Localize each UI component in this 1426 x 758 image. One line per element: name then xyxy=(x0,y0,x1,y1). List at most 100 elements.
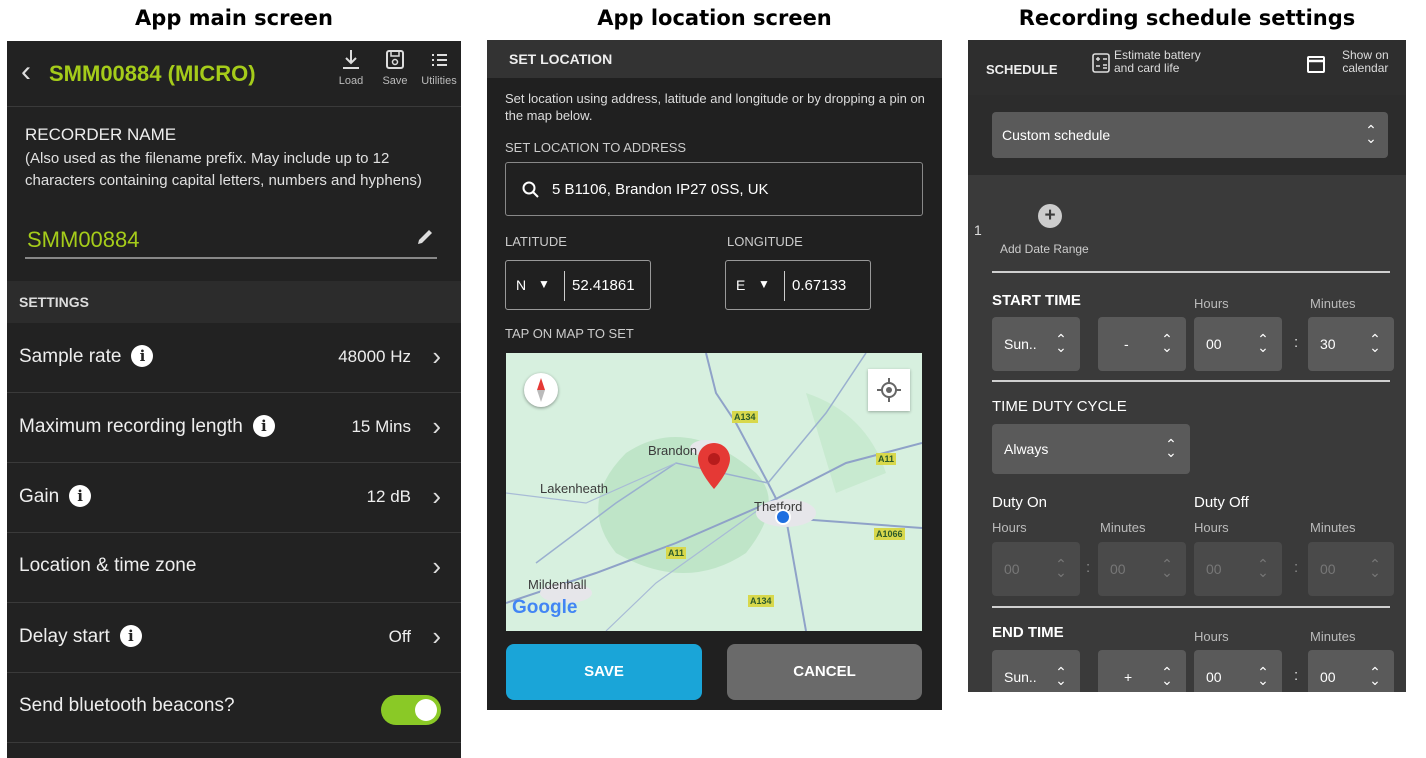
setting-row-gain[interactable]: Gain i 12 dB › xyxy=(7,463,461,533)
duty-cycle-label: TIME DUTY CYCLE xyxy=(992,398,1127,415)
address-label: SET LOCATION TO ADDRESS xyxy=(505,140,687,155)
load-button[interactable]: Load xyxy=(329,49,373,87)
duty-on-minutes-value: 00 xyxy=(1110,561,1126,577)
list-icon xyxy=(432,54,447,66)
map-pin-icon[interactable] xyxy=(698,443,730,489)
end-offset-select[interactable]: + ⌃ ⌄ xyxy=(1098,650,1186,692)
address-value: 5 B1106, Brandon IP27 0SS, UK xyxy=(552,181,769,198)
setting-value: Off xyxy=(388,627,411,646)
caret-down-icon: ▼ xyxy=(538,277,550,291)
duty-off-hours-label: Hours xyxy=(1194,520,1229,535)
setting-row-sample-rate[interactable]: Sample rate i 48000 Hz › xyxy=(7,323,461,393)
duty-off-hours-select[interactable]: 00 ⌃ ⌄ xyxy=(1194,542,1282,596)
cancel-button[interactable]: CANCEL xyxy=(727,644,922,700)
recorder-name-header: RECORDER NAME xyxy=(25,125,177,144)
add-date-range-button[interactable]: Add Date Range xyxy=(1000,242,1089,256)
duty-cycle-select[interactable]: Always ⌃ ⌄ xyxy=(992,424,1190,474)
longitude-label: LONGITUDE xyxy=(727,234,803,249)
save-toolbar-button[interactable]: Save xyxy=(373,49,417,87)
updown-icon: ⌃ ⌄ xyxy=(1369,556,1381,580)
road-label: A1066 xyxy=(874,528,905,540)
end-time-label: END TIME xyxy=(992,624,1064,641)
duty-on-minutes-select[interactable]: 00 ⌃ ⌄ xyxy=(1098,542,1186,596)
updown-icon: ⌃ ⌄ xyxy=(1257,664,1269,688)
calendar-icon[interactable] xyxy=(1306,54,1326,74)
latitude-field[interactable]: N ▼ 52.41861 xyxy=(505,260,651,310)
caption-location: App location screen xyxy=(597,6,832,30)
duty-on-hours-label: Hours xyxy=(992,520,1027,535)
start-offset-select[interactable]: - ⌃ ⌄ xyxy=(1098,317,1186,371)
duty-cycle-value: Always xyxy=(1004,441,1049,457)
road-label: A134 xyxy=(732,411,758,423)
start-day-select[interactable]: Sun.. ⌃ ⌄ xyxy=(992,317,1080,371)
setting-label: Location & time zone xyxy=(19,555,197,576)
utilities-button[interactable]: Utilities xyxy=(417,49,461,87)
schedule-type-select[interactable]: Custom schedule ⌃ ⌄ xyxy=(992,112,1388,158)
address-search-input[interactable]: 5 B1106, Brandon IP27 0SS, UK xyxy=(505,162,923,216)
longitude-field[interactable]: E ▼ 0.67133 xyxy=(725,260,871,310)
save-button[interactable]: SAVE xyxy=(506,644,702,700)
chevron-right-icon: › xyxy=(432,341,441,371)
end-minutes-select[interactable]: 00 ⌃ ⌄ xyxy=(1308,650,1394,692)
info-icon[interactable]: i xyxy=(131,345,154,367)
date-range-index: 1 xyxy=(974,222,982,238)
start-minutes-select[interactable]: 30 ⌃ ⌄ xyxy=(1308,317,1394,371)
setting-label: Sample rate xyxy=(19,346,122,367)
my-location-icon[interactable] xyxy=(868,369,910,411)
calculator-icon[interactable] xyxy=(1092,53,1110,73)
setting-value: 48000 Hz xyxy=(338,347,411,366)
bluetooth-toggle[interactable] xyxy=(381,695,441,725)
updown-icon: ⌃ ⌄ xyxy=(1055,331,1067,355)
estimate-battery-button[interactable]: Estimate battery and card life xyxy=(1114,49,1201,75)
map-view[interactable]: Brandon Lakenheath Thetford Mildenhall A… xyxy=(506,353,922,631)
setting-label: Send bluetooth beacons? xyxy=(19,695,235,716)
info-icon[interactable]: i xyxy=(252,415,275,437)
recorder-name-underline xyxy=(25,257,437,259)
back-icon[interactable]: ‹ xyxy=(21,57,31,87)
show-on-calendar-button[interactable]: Show on calendar xyxy=(1342,49,1389,75)
time-separator: : xyxy=(1294,559,1299,576)
updown-icon: ⌃ ⌄ xyxy=(1365,122,1377,146)
schedule-header: SCHEDULE Estimate battery and card life … xyxy=(968,40,1406,95)
duty-off-minutes-select[interactable]: 00 ⌃ ⌄ xyxy=(1308,542,1394,596)
info-icon[interactable]: i xyxy=(119,625,142,647)
recorder-name-input[interactable]: SMM00884 xyxy=(27,227,140,253)
start-offset-value: - xyxy=(1124,336,1129,352)
setting-row-location-time-zone[interactable]: Location & time zone › xyxy=(7,533,461,603)
tap-map-label: TAP ON MAP TO SET xyxy=(505,326,634,341)
compass-icon[interactable] xyxy=(524,373,558,407)
divider xyxy=(992,271,1390,273)
updown-icon: ⌃ ⌄ xyxy=(1257,556,1269,580)
end-day-value: Sun.. xyxy=(1004,669,1037,685)
latitude-value[interactable]: 52.41861 xyxy=(572,277,635,294)
latitude-hemisphere-select[interactable]: N xyxy=(516,277,526,293)
end-hours-select[interactable]: 00 ⌃ ⌄ xyxy=(1194,650,1282,692)
map-place-label: Mildenhall xyxy=(528,577,587,592)
search-icon xyxy=(522,181,539,198)
end-hours-label: Hours xyxy=(1194,629,1229,644)
pencil-icon[interactable] xyxy=(415,227,435,247)
add-icon[interactable]: + xyxy=(1038,204,1062,228)
setting-row-max-recording-length[interactable]: Maximum recording length i 15 Mins › xyxy=(7,393,461,463)
chevron-right-icon: › xyxy=(432,621,441,651)
info-icon[interactable]: i xyxy=(69,485,92,507)
setting-label: Maximum recording length xyxy=(19,416,243,437)
toggle-knob xyxy=(415,699,437,721)
start-hours-select[interactable]: 00 ⌃ ⌄ xyxy=(1194,317,1282,371)
start-minutes-label: Minutes xyxy=(1310,296,1356,311)
end-day-select[interactable]: Sun.. ⌃ ⌄ xyxy=(992,650,1080,692)
location-header-label: SET LOCATION xyxy=(509,51,613,67)
map-place-label: Lakenheath xyxy=(540,481,608,496)
chevron-right-icon: › xyxy=(432,481,441,511)
location-screen: SET LOCATION Set location using address,… xyxy=(487,40,942,710)
chevron-right-icon: › xyxy=(432,551,441,581)
longitude-value[interactable]: 0.67133 xyxy=(792,277,846,294)
start-hours-value: 00 xyxy=(1206,336,1222,352)
map-place-label: Brandon xyxy=(648,443,698,458)
updown-icon: ⌃ ⌄ xyxy=(1257,331,1269,355)
current-location-dot-icon xyxy=(775,509,791,525)
setting-row-delay-start[interactable]: Delay start i Off › xyxy=(7,603,461,673)
updown-icon: ⌃ ⌄ xyxy=(1161,331,1173,355)
duty-on-hours-select[interactable]: 00 ⌃ ⌄ xyxy=(992,542,1080,596)
longitude-hemisphere-select[interactable]: E xyxy=(736,277,745,293)
